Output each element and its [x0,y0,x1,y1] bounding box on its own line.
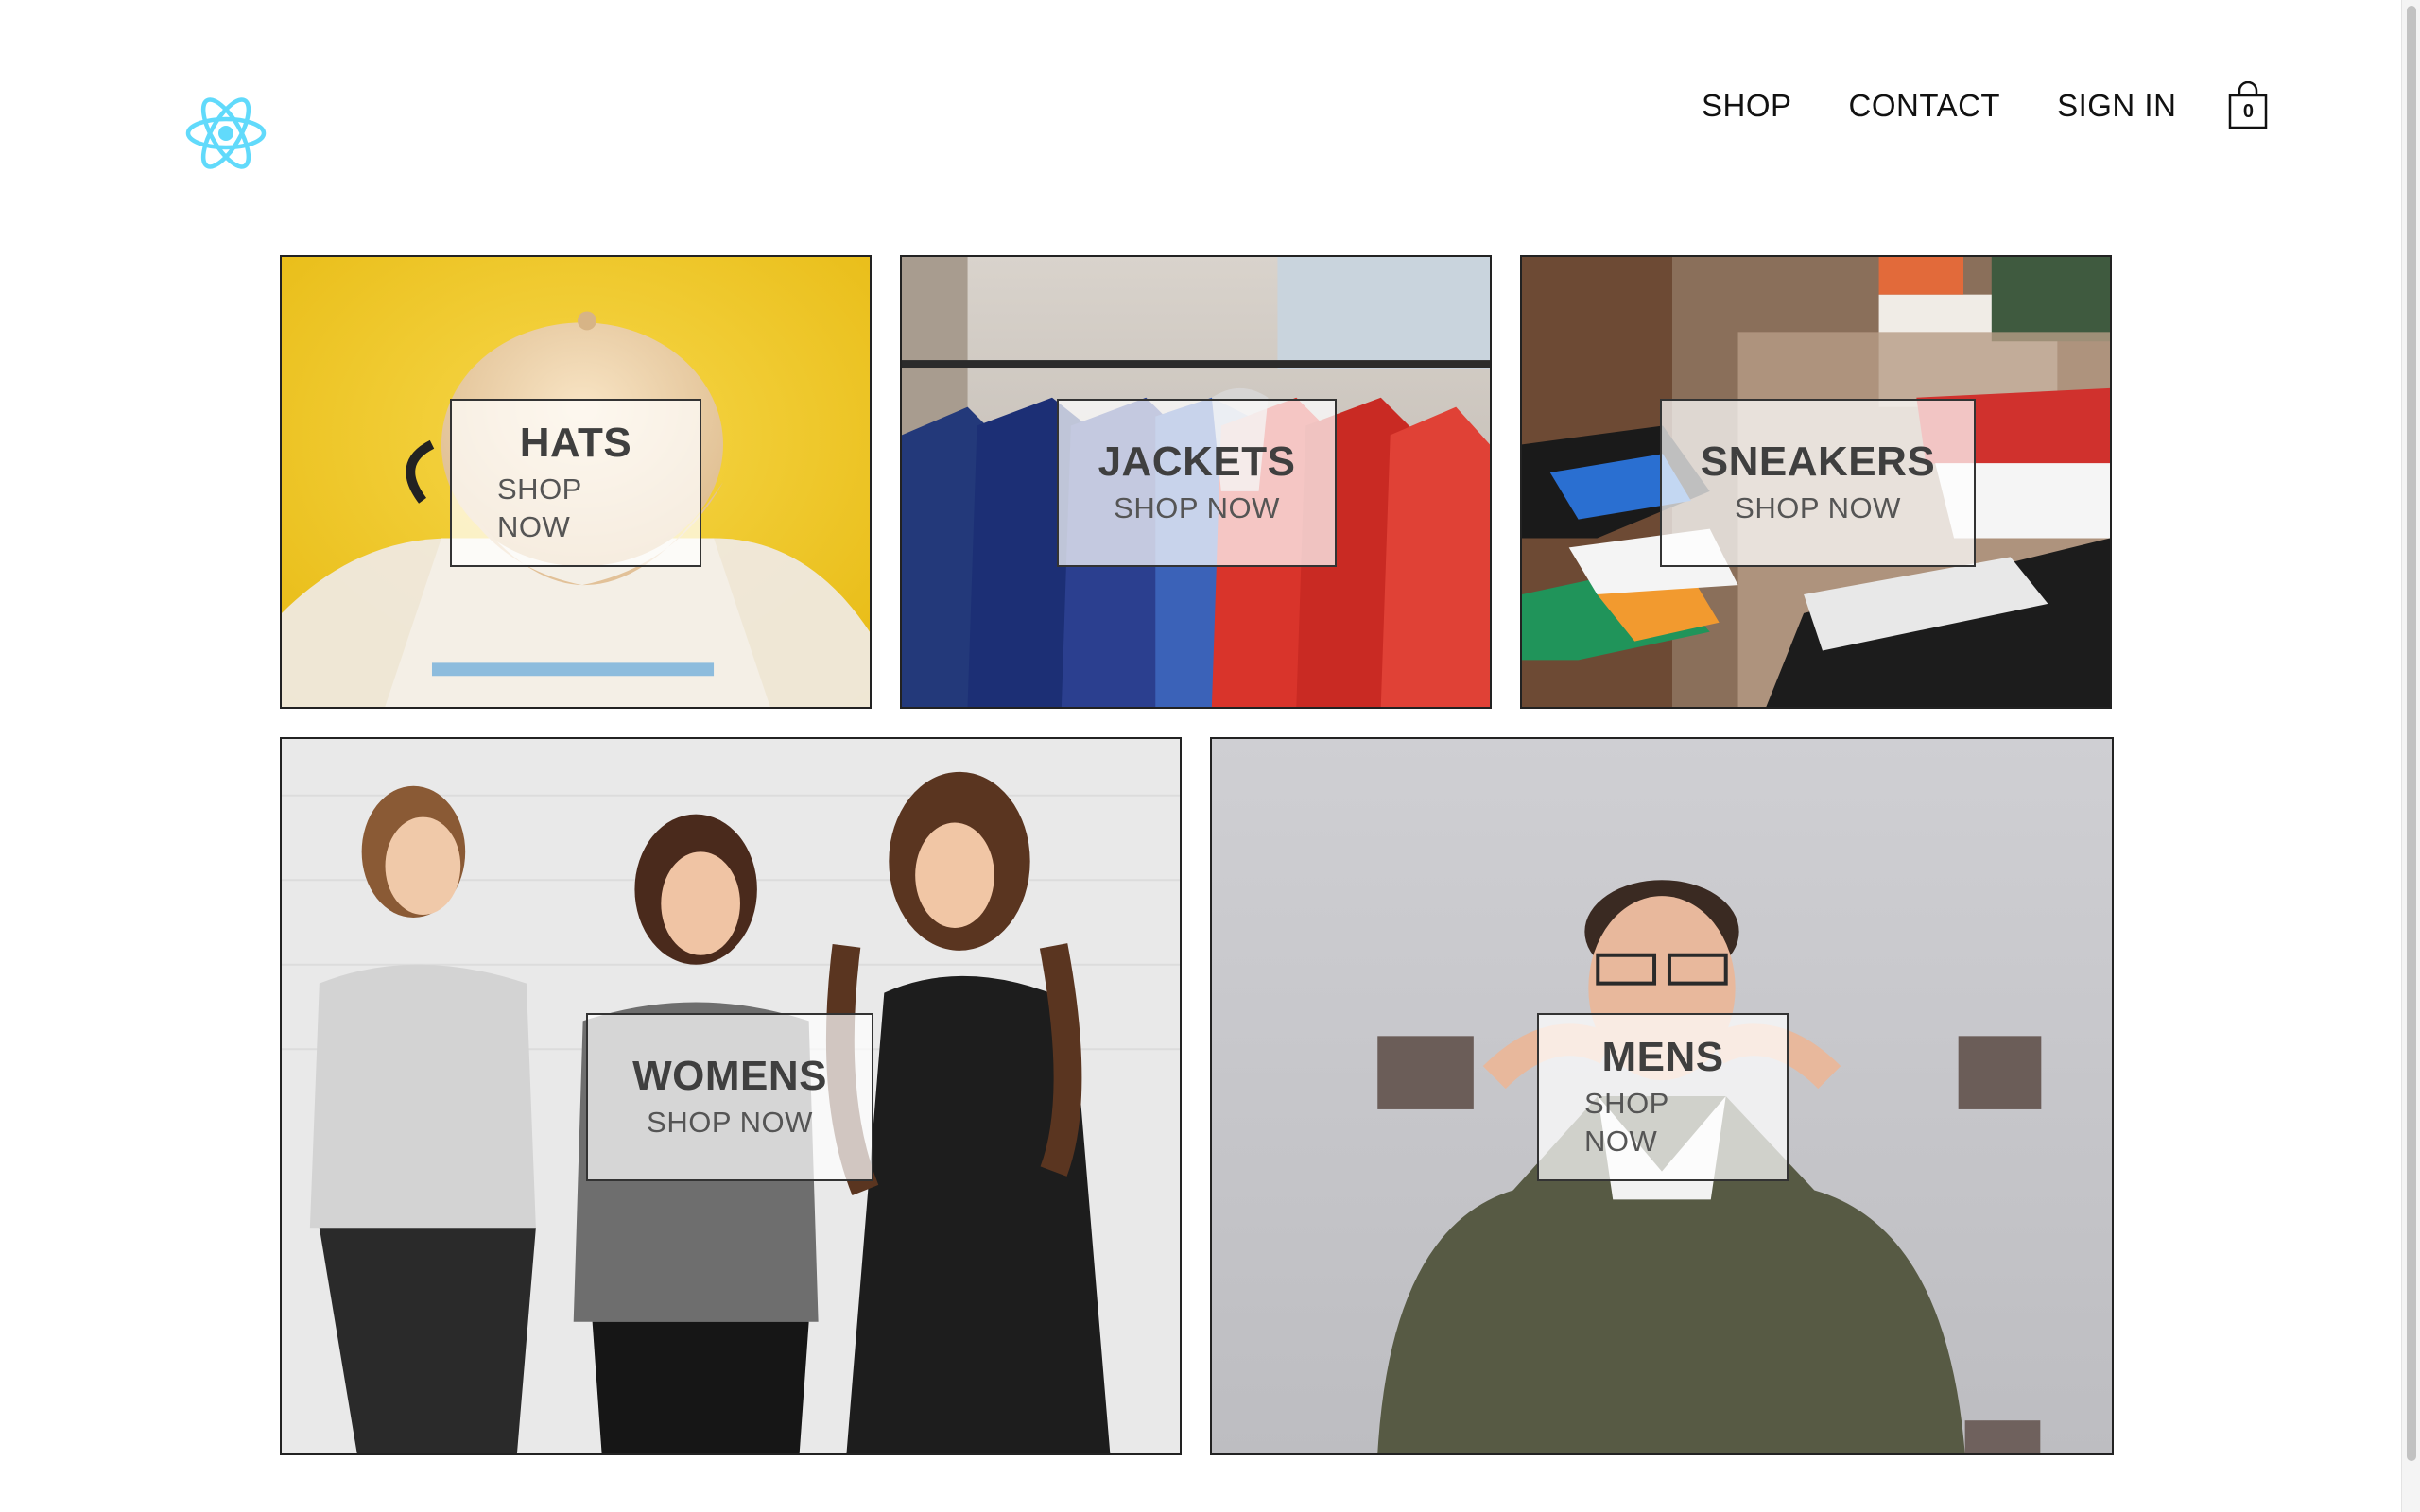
shop-now-label: SHOP NOW [647,1106,813,1139]
category-tile-jackets[interactable]: JACKETS SHOP NOW [900,255,1492,709]
category-tile-sneakers[interactable]: SNEAKERS SHOP NOW [1520,255,2112,709]
nav-contact-link[interactable]: CONTACT [1849,81,2001,130]
cart-count: 0 [2242,101,2254,122]
category-title: HATS [519,420,632,466]
mens-label-box[interactable]: MENS SHOP NOW [1537,1013,1789,1181]
nav-sign-in-link[interactable]: SIGN IN [2057,81,2176,130]
category-title: MENS [1601,1034,1724,1080]
jackets-label-box[interactable]: JACKETS SHOP NOW [1057,399,1337,567]
react-atom-logo-icon[interactable] [185,93,267,174]
sneakers-label-box[interactable]: SNEAKERS SHOP NOW [1660,399,1976,567]
womens-label-box[interactable]: WOMENS SHOP NOW [586,1013,873,1181]
category-tile-hats[interactable]: HATS SHOP NOW [280,255,872,709]
hats-label-box[interactable]: HATS SHOP NOW [450,399,701,567]
main-nav: SHOP CONTACT SIGN IN 0 [1702,81,2269,130]
category-title: JACKETS [1098,438,1296,485]
category-tile-womens[interactable]: WOMENS SHOP NOW [280,737,1182,1455]
category-title: SNEAKERS [1700,438,1936,485]
header: SHOP CONTACT SIGN IN 0 [0,0,2401,227]
shop-now-label: SHOP NOW [1114,491,1280,524]
shop-now-label: SHOP NOW [1735,491,1901,524]
cart-button[interactable]: 0 [2227,81,2269,130]
category-tile-mens[interactable]: MENS SHOP NOW [1210,737,2114,1455]
scrollbar-thumb[interactable] [2407,6,2416,1461]
vertical-scrollbar[interactable] [2401,0,2420,1512]
shop-now-label: SHOP NOW [497,472,582,543]
shop-now-label: SHOP NOW [1584,1087,1669,1158]
nav-shop-link[interactable]: SHOP [1702,81,1792,130]
category-title: WOMENS [632,1053,827,1099]
